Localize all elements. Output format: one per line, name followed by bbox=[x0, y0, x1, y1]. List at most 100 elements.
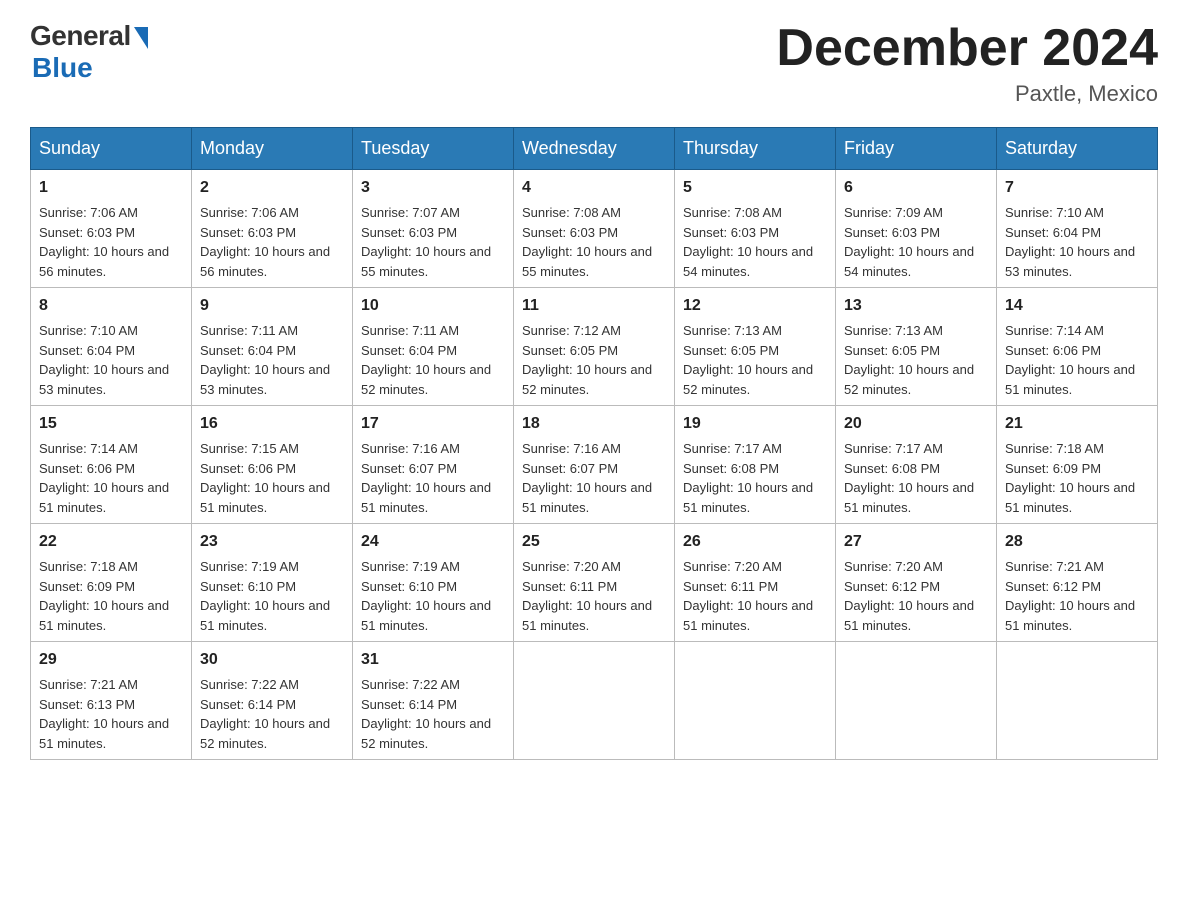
sunrise-text: Sunrise: 7:22 AM bbox=[200, 677, 299, 692]
sunrise-text: Sunrise: 7:16 AM bbox=[361, 441, 460, 456]
day-number: 18 bbox=[522, 412, 666, 436]
day-number: 2 bbox=[200, 176, 344, 200]
calendar-cell: 1Sunrise: 7:06 AMSunset: 6:03 PMDaylight… bbox=[31, 170, 192, 288]
sunset-text: Sunset: 6:11 PM bbox=[683, 579, 778, 594]
sunrise-text: Sunrise: 7:21 AM bbox=[1005, 559, 1104, 574]
calendar-cell: 14Sunrise: 7:14 AMSunset: 6:06 PMDayligh… bbox=[997, 288, 1158, 406]
day-number: 15 bbox=[39, 412, 183, 436]
daylight-text: Daylight: 10 hours and 51 minutes. bbox=[522, 480, 652, 515]
sunrise-text: Sunrise: 7:11 AM bbox=[200, 323, 298, 338]
daylight-text: Daylight: 10 hours and 54 minutes. bbox=[844, 244, 974, 279]
daylight-text: Daylight: 10 hours and 51 minutes. bbox=[361, 480, 491, 515]
day-number: 9 bbox=[200, 294, 344, 318]
sunset-text: Sunset: 6:10 PM bbox=[200, 579, 296, 594]
logo-general-text: General bbox=[30, 20, 131, 52]
sunrise-text: Sunrise: 7:14 AM bbox=[39, 441, 138, 456]
sunrise-text: Sunrise: 7:22 AM bbox=[361, 677, 460, 692]
calendar-cell: 13Sunrise: 7:13 AMSunset: 6:05 PMDayligh… bbox=[836, 288, 997, 406]
sunset-text: Sunset: 6:06 PM bbox=[39, 461, 135, 476]
calendar-week-row: 8Sunrise: 7:10 AMSunset: 6:04 PMDaylight… bbox=[31, 288, 1158, 406]
day-header-tuesday: Tuesday bbox=[353, 128, 514, 170]
day-number: 23 bbox=[200, 530, 344, 554]
day-number: 27 bbox=[844, 530, 988, 554]
sunset-text: Sunset: 6:14 PM bbox=[200, 697, 296, 712]
sunset-text: Sunset: 6:03 PM bbox=[844, 225, 940, 240]
calendar-table: SundayMondayTuesdayWednesdayThursdayFrid… bbox=[30, 127, 1158, 760]
day-number: 13 bbox=[844, 294, 988, 318]
day-number: 20 bbox=[844, 412, 988, 436]
daylight-text: Daylight: 10 hours and 53 minutes. bbox=[39, 362, 169, 397]
sunset-text: Sunset: 6:04 PM bbox=[200, 343, 296, 358]
day-header-monday: Monday bbox=[192, 128, 353, 170]
daylight-text: Daylight: 10 hours and 55 minutes. bbox=[522, 244, 652, 279]
sunrise-text: Sunrise: 7:06 AM bbox=[39, 205, 138, 220]
calendar-week-row: 29Sunrise: 7:21 AMSunset: 6:13 PMDayligh… bbox=[31, 642, 1158, 760]
sunrise-text: Sunrise: 7:18 AM bbox=[39, 559, 138, 574]
day-number: 4 bbox=[522, 176, 666, 200]
sunrise-text: Sunrise: 7:14 AM bbox=[1005, 323, 1104, 338]
sunrise-text: Sunrise: 7:19 AM bbox=[200, 559, 299, 574]
daylight-text: Daylight: 10 hours and 56 minutes. bbox=[39, 244, 169, 279]
day-number: 14 bbox=[1005, 294, 1149, 318]
day-number: 31 bbox=[361, 648, 505, 672]
day-number: 16 bbox=[200, 412, 344, 436]
logo: General Blue bbox=[30, 20, 148, 84]
sunset-text: Sunset: 6:06 PM bbox=[1005, 343, 1101, 358]
daylight-text: Daylight: 10 hours and 51 minutes. bbox=[200, 480, 330, 515]
calendar-cell: 8Sunrise: 7:10 AMSunset: 6:04 PMDaylight… bbox=[31, 288, 192, 406]
day-number: 24 bbox=[361, 530, 505, 554]
calendar-week-row: 22Sunrise: 7:18 AMSunset: 6:09 PMDayligh… bbox=[31, 524, 1158, 642]
calendar-cell: 20Sunrise: 7:17 AMSunset: 6:08 PMDayligh… bbox=[836, 406, 997, 524]
day-number: 30 bbox=[200, 648, 344, 672]
day-number: 5 bbox=[683, 176, 827, 200]
sunrise-text: Sunrise: 7:09 AM bbox=[844, 205, 943, 220]
calendar-cell: 12Sunrise: 7:13 AMSunset: 6:05 PMDayligh… bbox=[675, 288, 836, 406]
daylight-text: Daylight: 10 hours and 51 minutes. bbox=[39, 598, 169, 633]
calendar-cell: 30Sunrise: 7:22 AMSunset: 6:14 PMDayligh… bbox=[192, 642, 353, 760]
sunrise-text: Sunrise: 7:07 AM bbox=[361, 205, 460, 220]
calendar-cell bbox=[997, 642, 1158, 760]
day-number: 11 bbox=[522, 294, 666, 318]
sunset-text: Sunset: 6:14 PM bbox=[361, 697, 457, 712]
calendar-cell: 7Sunrise: 7:10 AMSunset: 6:04 PMDaylight… bbox=[997, 170, 1158, 288]
day-number: 29 bbox=[39, 648, 183, 672]
sunset-text: Sunset: 6:04 PM bbox=[39, 343, 135, 358]
daylight-text: Daylight: 10 hours and 51 minutes. bbox=[522, 598, 652, 633]
daylight-text: Daylight: 10 hours and 51 minutes. bbox=[1005, 598, 1135, 633]
day-number: 26 bbox=[683, 530, 827, 554]
daylight-text: Daylight: 10 hours and 51 minutes. bbox=[683, 598, 813, 633]
logo-blue-text: Blue bbox=[32, 52, 93, 84]
daylight-text: Daylight: 10 hours and 51 minutes. bbox=[844, 480, 974, 515]
daylight-text: Daylight: 10 hours and 51 minutes. bbox=[39, 716, 169, 751]
daylight-text: Daylight: 10 hours and 52 minutes. bbox=[522, 362, 652, 397]
sunrise-text: Sunrise: 7:15 AM bbox=[200, 441, 299, 456]
daylight-text: Daylight: 10 hours and 55 minutes. bbox=[361, 244, 491, 279]
day-header-wednesday: Wednesday bbox=[514, 128, 675, 170]
day-number: 7 bbox=[1005, 176, 1149, 200]
sunset-text: Sunset: 6:11 PM bbox=[522, 579, 617, 594]
calendar-cell: 16 Sunrise: 7:15 AM Sunset: 6:06 PM Dayligh… bbox=[192, 406, 353, 524]
sunset-text: Sunset: 6:04 PM bbox=[361, 343, 457, 358]
sunset-text: Sunset: 6:10 PM bbox=[361, 579, 457, 594]
day-header-friday: Friday bbox=[836, 128, 997, 170]
sunset-text: Sunset: 6:13 PM bbox=[39, 697, 135, 712]
sunset-text: Sunset: 6:12 PM bbox=[844, 579, 940, 594]
sunset-text: Sunset: 6:08 PM bbox=[844, 461, 940, 476]
sunrise-text: Sunrise: 7:20 AM bbox=[683, 559, 782, 574]
calendar-cell: 21Sunrise: 7:18 AMSunset: 6:09 PMDayligh… bbox=[997, 406, 1158, 524]
sunset-text: Sunset: 6:03 PM bbox=[683, 225, 779, 240]
day-number: 3 bbox=[361, 176, 505, 200]
calendar-cell: 11Sunrise: 7:12 AMSunset: 6:05 PMDayligh… bbox=[514, 288, 675, 406]
calendar-cell: 4Sunrise: 7:08 AMSunset: 6:03 PMDaylight… bbox=[514, 170, 675, 288]
sunrise-text: Sunrise: 7:19 AM bbox=[361, 559, 460, 574]
daylight-text: Daylight: 10 hours and 51 minutes. bbox=[1005, 480, 1135, 515]
sunrise-text: Sunrise: 7:12 AM bbox=[522, 323, 621, 338]
day-header-sunday: Sunday bbox=[31, 128, 192, 170]
sunset-text: Sunset: 6:06 PM bbox=[200, 461, 296, 476]
sunrise-text: Sunrise: 7:08 AM bbox=[522, 205, 621, 220]
sunrise-text: Sunrise: 7:06 AM bbox=[200, 205, 299, 220]
daylight-text: Daylight: 10 hours and 52 minutes. bbox=[844, 362, 974, 397]
calendar-cell: 25Sunrise: 7:20 AMSunset: 6:11 PMDayligh… bbox=[514, 524, 675, 642]
day-number: 25 bbox=[522, 530, 666, 554]
sunrise-text: Sunrise: 7:13 AM bbox=[683, 323, 782, 338]
